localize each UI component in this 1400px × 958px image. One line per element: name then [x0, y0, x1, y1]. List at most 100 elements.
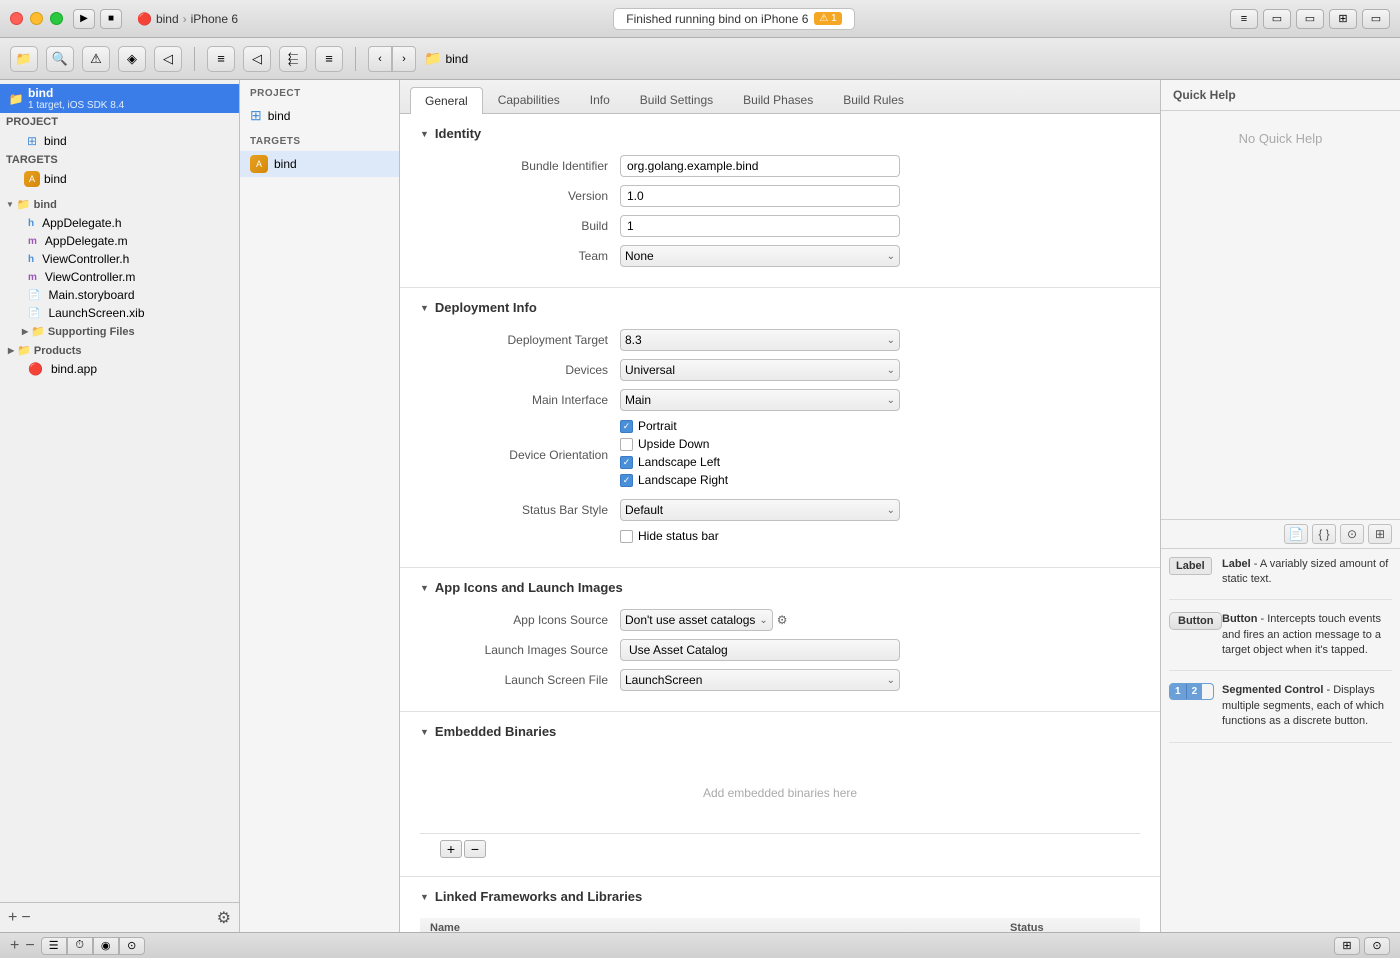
filter-btn-3[interactable]: ◉ [93, 937, 119, 955]
bottom-right-btn[interactable]: ⊞ [1334, 937, 1360, 955]
identity-title: Identity [435, 126, 481, 141]
filter-btn-2[interactable]: ⏱ [67, 937, 93, 955]
sidebar-targets-bind[interactable]: A bind [16, 169, 239, 189]
view-toggle-1[interactable]: ▭ [1263, 9, 1291, 29]
tab-info[interactable]: Info [575, 86, 625, 113]
clock-view-btn[interactable]: ⊙ [1340, 524, 1364, 544]
targets-bind-item[interactable]: A bind [240, 151, 399, 177]
launch-screen-arrow: ⌄ [887, 675, 895, 686]
file-viewcontroller-m[interactable]: m ViewController.m [0, 268, 239, 286]
filter-btn-1[interactable]: ☰ [41, 937, 67, 955]
add-bottom-button[interactable]: + [10, 937, 19, 955]
tab-build-rules[interactable]: Build Rules [828, 86, 919, 113]
device-orientation-control: ✓ Portrait Upside Down ✓ Landscape Left [620, 419, 900, 491]
hide-status-bar-checkbox[interactable] [620, 530, 633, 543]
gear-icon[interactable]: ⚙ [777, 613, 788, 627]
launch-screen-select[interactable]: LaunchScreen ⌄ [620, 669, 900, 691]
nav-next-button[interactable]: › [392, 46, 416, 72]
remove-file-button[interactable]: − [21, 909, 30, 927]
tab-build-settings[interactable]: Build Settings [625, 86, 728, 113]
view-toggle-2[interactable]: ▭ [1296, 9, 1324, 29]
status-bar-style-select[interactable]: Default ⌄ [620, 499, 900, 521]
version-input[interactable] [620, 185, 900, 207]
warning-icon[interactable]: ⚠ [82, 46, 110, 72]
app-icons-header[interactable]: ▼ App Icons and Launch Images [420, 580, 1140, 595]
sidebar-bind-group[interactable]: ▼ 📁 bind [0, 195, 239, 214]
launch-images-row: Launch Images Source Use Asset Catalog [420, 639, 1140, 661]
team-select[interactable]: None ⌄ [620, 245, 900, 267]
file-appdelegate-h[interactable]: h AppDelegate.h [0, 214, 239, 232]
identity-triangle: ▼ [420, 129, 429, 139]
upside-down-checkbox[interactable] [620, 438, 633, 451]
code-view-btn[interactable]: { } [1312, 524, 1336, 544]
bookmark-icon[interactable]: ◁ [243, 46, 271, 72]
test-icon[interactable]: ◁ [154, 46, 182, 72]
deployment-target-select[interactable]: 8.3 ⌄ [620, 329, 900, 351]
breakpoint-icon[interactable]: ◈ [118, 46, 146, 72]
nav-prev-button[interactable]: ‹ [368, 46, 392, 72]
breadcrumb-toolbar: 📁 bind [424, 50, 468, 67]
grid-view-btn[interactable]: ⊞ [1368, 524, 1392, 544]
file-appdelegate-m[interactable]: m AppDelegate.m [0, 232, 239, 250]
file-viewcontroller-h[interactable]: h ViewController.h [0, 250, 239, 268]
folder-icon[interactable]: 📁 [10, 46, 38, 72]
linked-triangle: ▼ [420, 892, 429, 902]
view-toggle-3[interactable]: ⊞ [1329, 9, 1357, 29]
file-main-storyboard[interactable]: 📄 Main.storyboard [0, 286, 239, 304]
history-icon[interactable]: ≡ [207, 46, 235, 72]
main-interface-select[interactable]: Main ⌄ [620, 389, 900, 411]
tab-capabilities[interactable]: Capabilities [483, 86, 575, 113]
m-icon: m [28, 272, 37, 283]
file-bind-app[interactable]: 🔴 bind.app [0, 360, 239, 378]
file-launchscreen-xib[interactable]: 📄 LaunchScreen.xib [0, 304, 239, 322]
identity-section: ▼ Identity Bundle Identifier Version [400, 114, 1160, 288]
app-icons-source-select[interactable]: Don't use asset catalogs ⌄ [620, 609, 773, 631]
stop-button[interactable]: ■ [100, 9, 122, 29]
search-icon[interactable]: 🔍 [46, 46, 74, 72]
targets-project-item[interactable]: ⊞ bind [240, 103, 399, 128]
sidebar-project-bind[interactable]: ⊞ bind [16, 131, 239, 151]
close-button[interactable] [10, 12, 23, 25]
view-toggle-4[interactable]: ▭ [1362, 9, 1390, 29]
forward-icon[interactable]: ≡ [315, 46, 343, 72]
tab-general[interactable]: General [410, 87, 483, 114]
use-asset-catalog-button[interactable]: Use Asset Catalog [620, 639, 900, 661]
launch-screen-control: LaunchScreen ⌄ [620, 669, 900, 691]
filter-btn-4[interactable]: ⊙ [119, 937, 145, 955]
maximize-button[interactable] [50, 12, 63, 25]
app-icons-source-value: Don't use asset catalogs [625, 613, 755, 627]
deployment-header[interactable]: ▼ Deployment Info [420, 300, 1140, 315]
landscape-left-checkbox[interactable]: ✓ [620, 456, 633, 469]
landscape-right-checkbox[interactable]: ✓ [620, 474, 633, 487]
bundle-identifier-input[interactable] [620, 155, 900, 177]
sidebar-supporting-files[interactable]: ▶ 📁 Supporting Files [0, 322, 239, 341]
back-icon[interactable]: ⬱ [279, 46, 307, 72]
options-button[interactable]: ⚙ [217, 908, 231, 928]
build-input[interactable] [620, 215, 900, 237]
team-select-arrow: ⌄ [887, 251, 895, 262]
embedded-binaries-header[interactable]: ▼ Embedded Binaries [420, 724, 1140, 739]
scheme-name: bind [156, 12, 179, 26]
minimize-button[interactable] [30, 12, 43, 25]
build-label: Build [420, 219, 620, 233]
portrait-checkbox[interactable]: ✓ [620, 420, 633, 433]
embedded-remove-button[interactable]: − [464, 840, 486, 858]
group-icon: 📁 [17, 198, 31, 211]
navigator-toggle[interactable]: ≡ [1230, 9, 1258, 29]
sidebar-root-item[interactable]: 📁 bind 1 target, iOS SDK 8.4 [0, 84, 239, 113]
run-stop-button[interactable]: ▶ [73, 9, 95, 29]
file-view-btn[interactable]: 📄 [1284, 524, 1308, 544]
sidebar-project-item-label: bind [44, 134, 231, 148]
sidebar-products[interactable]: ▶ 📁 Products [0, 341, 239, 360]
identity-header[interactable]: ▼ Identity [420, 126, 1140, 141]
linked-frameworks-header[interactable]: ▼ Linked Frameworks and Libraries [420, 889, 1140, 904]
orientation-upside-down: Upside Down [620, 437, 900, 451]
add-file-button[interactable]: + [8, 909, 17, 927]
embedded-add-button[interactable]: + [440, 840, 462, 858]
devices-select[interactable]: Universal ⌄ [620, 359, 900, 381]
version-label: Version [420, 189, 620, 203]
h-icon: h [28, 254, 34, 265]
tab-build-phases[interactable]: Build Phases [728, 86, 828, 113]
remove-bottom-button[interactable]: − [25, 937, 34, 955]
bottom-right-btn-2[interactable]: ⊙ [1364, 937, 1390, 955]
